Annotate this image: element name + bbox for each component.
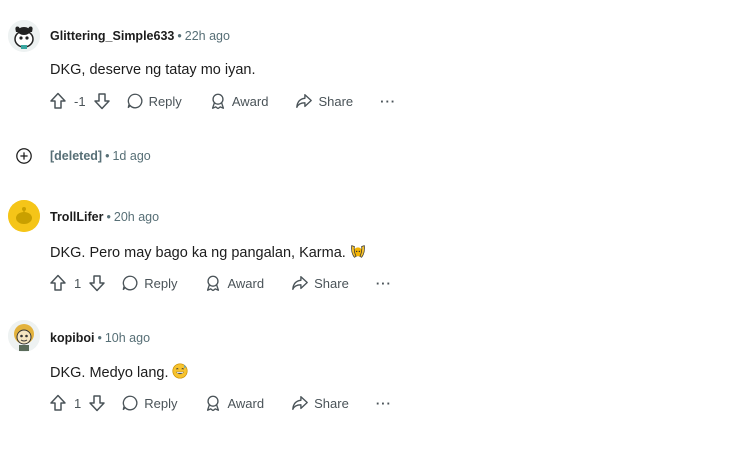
comment-meta: Glittering_Simple633 • 22h ago — [50, 29, 230, 43]
more-options-icon: ··· — [375, 275, 392, 291]
share-icon — [292, 276, 308, 290]
more-options-button[interactable]: ··· — [376, 271, 392, 295]
upvote-icon — [50, 92, 66, 109]
share-button[interactable]: Share — [291, 391, 349, 415]
downvote-icon — [93, 93, 110, 110]
award-icon — [207, 395, 220, 412]
comment-actions: -1 Reply Award Share ··· — [48, 89, 396, 113]
comment-text: DKG. Pero may bago ka ng pangalan, Karma… — [50, 245, 346, 261]
share-label: Share — [314, 395, 349, 411]
more-options-icon: ··· — [375, 395, 392, 411]
comment-meta: kopiboi • 10h ago — [50, 331, 150, 345]
reply-icon — [122, 275, 138, 291]
reply-label: Reply — [144, 395, 178, 411]
vote-count: 1 — [74, 395, 82, 411]
comment-actions: 1 Reply Award Share ··· — [48, 271, 392, 295]
snoo-avatar-lion-icon — [8, 320, 40, 352]
comment-text-row: DKG. Medyo lang. — [50, 362, 189, 384]
upvote-button[interactable] — [48, 391, 68, 415]
deleted-author: [deleted] — [50, 149, 103, 163]
comment-author[interactable]: Glittering_Simple633 — [50, 29, 174, 43]
separator-dot: • — [177, 29, 182, 43]
upvote-button[interactable] — [48, 271, 68, 295]
expand-thread-button[interactable] — [15, 147, 33, 170]
share-button[interactable]: Share — [291, 271, 349, 295]
downvote-button[interactable] — [87, 271, 107, 295]
award-icon — [207, 275, 220, 292]
reply-icon — [127, 93, 143, 109]
reply-label: Reply — [144, 275, 178, 291]
comment-author[interactable]: kopiboi — [50, 331, 94, 345]
award-label: Award — [227, 395, 265, 411]
award-button[interactable]: Award — [204, 271, 264, 295]
comment-meta: TrollLifer • 20h ago — [50, 210, 159, 224]
downvote-icon — [89, 275, 105, 292]
reply-button[interactable]: Reply — [121, 271, 177, 295]
avatar[interactable] — [8, 200, 40, 232]
deleted-meta: [deleted] • 1d ago — [50, 149, 151, 163]
downvote-icon — [89, 395, 105, 412]
reply-icon — [122, 395, 138, 411]
award-button[interactable]: Award — [209, 89, 269, 113]
comment-text-row: DKG. Pero may bago ka ng pangalan, Karma… — [50, 242, 367, 264]
award-label: Award — [231, 93, 269, 109]
upvote-icon — [50, 394, 66, 411]
award-button[interactable]: Award — [204, 391, 264, 415]
share-label: Share — [314, 275, 349, 291]
reply-button[interactable]: Reply — [126, 89, 182, 113]
snoo-avatar-yellow-icon — [8, 200, 40, 232]
share-label: Share — [318, 93, 354, 109]
comment-timestamp[interactable]: 22h ago — [185, 29, 230, 43]
downvote-button[interactable] — [87, 391, 107, 415]
upvote-icon — [50, 274, 66, 291]
comment-actions: 1 Reply Award Share ··· — [48, 391, 392, 415]
more-options-button[interactable]: ··· — [380, 89, 396, 113]
avatar[interactable] — [8, 20, 40, 52]
snoo-avatar-dog-icon — [8, 20, 40, 52]
vote-count: -1 — [74, 93, 86, 109]
upvote-button[interactable] — [48, 89, 68, 113]
downvote-button[interactable] — [92, 89, 112, 113]
share-icon — [292, 396, 308, 410]
separator-dot: • — [105, 149, 110, 163]
comment-timestamp[interactable]: 10h ago — [105, 331, 150, 345]
reply-label: Reply — [148, 93, 182, 109]
separator-dot: • — [97, 331, 102, 345]
share-icon — [296, 94, 313, 108]
deleted-comment: [deleted] • 1d ago — [0, 146, 750, 168]
comment-author[interactable]: TrollLifer — [50, 210, 103, 224]
comment-timestamp[interactable]: 20h ago — [114, 210, 159, 224]
award-label: Award — [227, 275, 265, 291]
plus-circle-icon — [16, 148, 32, 164]
separator-dot: • — [106, 210, 111, 224]
grinning-sweat-emoji — [171, 362, 189, 384]
share-button[interactable]: Share — [295, 89, 353, 113]
vote-count: 1 — [74, 275, 82, 291]
reply-button[interactable]: Reply — [121, 391, 177, 415]
award-icon — [211, 93, 224, 110]
deleted-timestamp[interactable]: 1d ago — [112, 149, 150, 163]
comment-text: DKG, deserve ng tatay mo iyan. — [50, 62, 256, 78]
comment-text: DKG. Medyo lang. — [50, 365, 169, 381]
more-options-button[interactable]: ··· — [376, 391, 392, 415]
more-options-icon: ··· — [380, 93, 397, 109]
raising-hands-emoji — [349, 242, 367, 264]
avatar[interactable] — [8, 320, 40, 352]
